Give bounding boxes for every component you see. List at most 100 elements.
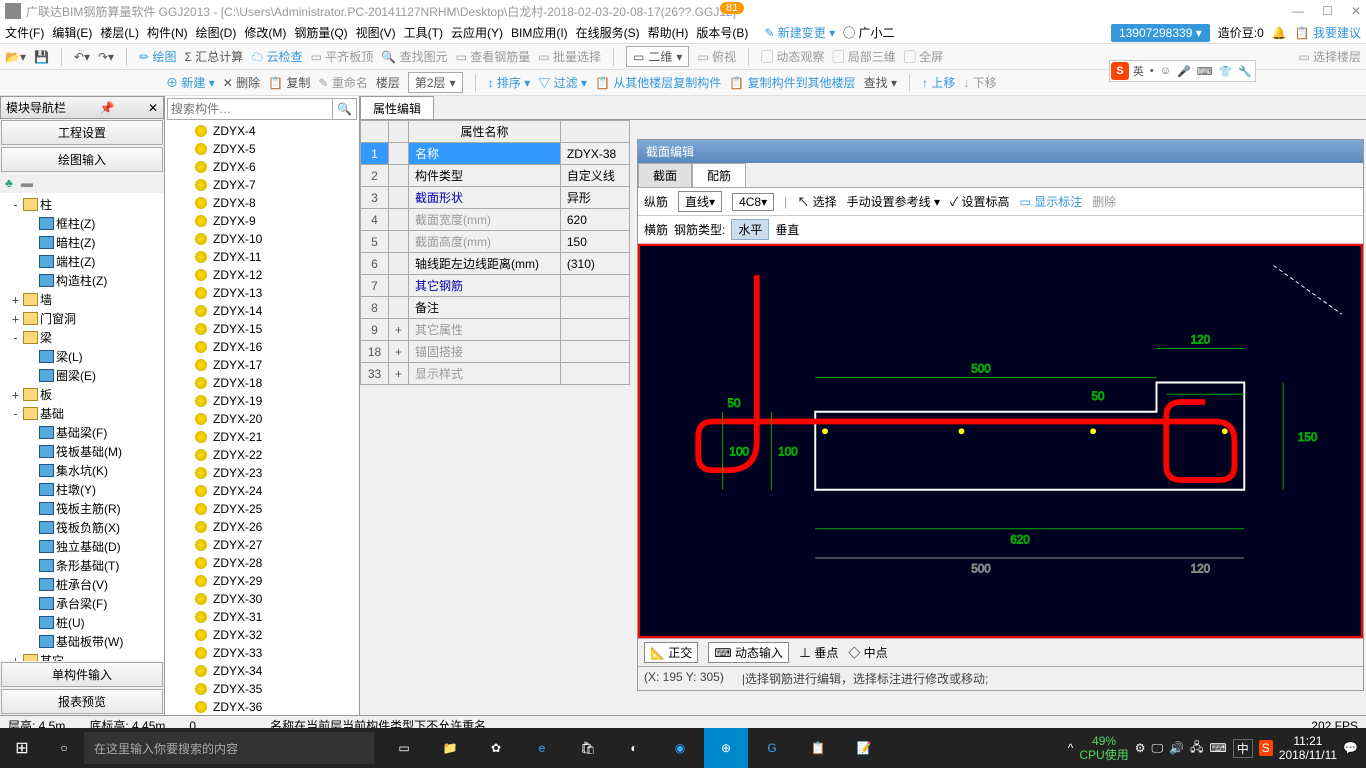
property-row[interactable]: 9+其它属性 bbox=[361, 319, 630, 341]
list-item[interactable]: ZDYX-36 bbox=[165, 698, 359, 715]
list-item[interactable]: ZDYX-15 bbox=[165, 320, 359, 338]
tray-icon-2[interactable]: 🖵 bbox=[1151, 741, 1163, 756]
sogou-icon[interactable]: S bbox=[1111, 62, 1129, 80]
rebar-size-select[interactable]: 4C8 ▾ bbox=[732, 193, 774, 211]
tab-single-input[interactable]: 单构件输入 bbox=[1, 662, 163, 687]
batch-select-button[interactable]: ▭ 批量选择 bbox=[538, 48, 601, 65]
tray-sogou-icon[interactable]: S bbox=[1259, 740, 1273, 756]
tb-redo-icon[interactable]: ↷▾ bbox=[98, 50, 114, 64]
menu-item[interactable]: 编辑(E) bbox=[52, 26, 92, 40]
menu-item[interactable]: 钢筋量(Q) bbox=[294, 26, 347, 40]
list-item[interactable]: ZDYX-17 bbox=[165, 356, 359, 374]
minimize-button[interactable]: — bbox=[1292, 4, 1304, 18]
property-row[interactable]: 5截面高度(mm)150 bbox=[361, 231, 630, 253]
list-item[interactable]: ZDYX-8 bbox=[165, 194, 359, 212]
menu-item[interactable]: 帮助(H) bbox=[648, 26, 689, 40]
new-change-link[interactable]: ✎ 新建变更 ▾ bbox=[764, 24, 835, 41]
list-item[interactable]: ZDYX-6 bbox=[165, 158, 359, 176]
tb-save-icon[interactable]: 💾 bbox=[34, 50, 49, 64]
maximize-button[interactable]: ☐ bbox=[1322, 4, 1333, 18]
line-tool[interactable]: 直线 ▾ bbox=[678, 191, 722, 212]
menu-item[interactable]: 视图(V) bbox=[356, 26, 396, 40]
cpu-usage[interactable]: 49%CPU使用 bbox=[1079, 734, 1128, 763]
find-graphic-button[interactable]: 🔍 查找图元 bbox=[381, 48, 447, 65]
tb-undo-icon[interactable]: ↶▾ bbox=[74, 50, 90, 64]
tree-node[interactable]: 暗柱(Z) bbox=[2, 233, 162, 252]
tree-node[interactable]: 梁(L) bbox=[2, 347, 162, 366]
menu-item[interactable]: BIM应用(I) bbox=[511, 26, 568, 40]
list-item[interactable]: ZDYX-21 bbox=[165, 428, 359, 446]
taskbar-search[interactable]: 在这里输入你要搜索的内容 bbox=[84, 732, 374, 764]
scale-tool[interactable]: ✓ 设置标高 bbox=[950, 193, 1010, 210]
edge-icon[interactable]: e bbox=[520, 728, 564, 768]
search-input[interactable] bbox=[168, 99, 332, 119]
tree-node[interactable]: +其它 bbox=[2, 651, 162, 661]
tree-node[interactable]: +门窗洞 bbox=[2, 309, 162, 328]
view-steel-button[interactable]: ▭ 查看钢筋量 bbox=[456, 48, 531, 65]
tab-section[interactable]: 截面 bbox=[638, 163, 692, 187]
midpoint-snap[interactable]: ◇ 中点 bbox=[848, 644, 887, 661]
local-3d-button[interactable]: ▢ 局部三维 bbox=[832, 48, 895, 65]
rename-button[interactable]: ✎ 重命名 bbox=[318, 74, 367, 91]
tree-node[interactable]: 框柱(Z) bbox=[2, 214, 162, 233]
show-label-tool[interactable]: ▭ 显示标注 bbox=[1020, 193, 1083, 210]
app-icon-2[interactable]: ✿ bbox=[474, 728, 518, 768]
menu-item[interactable]: 构件(N) bbox=[147, 26, 188, 40]
tree-node[interactable]: 桩承台(V) bbox=[2, 575, 162, 594]
tree-node[interactable]: 独立基础(D) bbox=[2, 537, 162, 556]
app-icon-6[interactable]: 📋 bbox=[796, 728, 840, 768]
tree-node[interactable]: 基础梁(F) bbox=[2, 423, 162, 442]
sigma-button[interactable]: Σ 汇总计算 bbox=[184, 48, 243, 65]
list-item[interactable]: ZDYX-7 bbox=[165, 176, 359, 194]
tree-icon-1[interactable]: ♣ bbox=[5, 176, 13, 190]
find-button[interactable]: 查找 ▾ bbox=[864, 74, 897, 91]
list-item[interactable]: ZDYX-14 bbox=[165, 302, 359, 320]
list-item[interactable]: ZDYX-22 bbox=[165, 446, 359, 464]
select-floor-button[interactable]: ▭ 选择楼层 bbox=[1298, 48, 1361, 65]
menu-item[interactable]: 云应用(Y) bbox=[451, 26, 503, 40]
list-item[interactable]: ZDYX-28 bbox=[165, 554, 359, 572]
app-icon-5[interactable]: G bbox=[750, 728, 794, 768]
store-icon[interactable]: 🛍 bbox=[566, 728, 610, 768]
floor-select[interactable]: 第2层 ▾ bbox=[408, 72, 463, 93]
close-button[interactable]: ✕ bbox=[1351, 4, 1361, 18]
draw-button[interactable]: ✏ 绘图 bbox=[139, 48, 176, 65]
tree-node[interactable]: 柱墩(Y) bbox=[2, 480, 162, 499]
menu-item[interactable]: 楼层(L) bbox=[100, 26, 139, 40]
tree-node[interactable]: 桩(U) bbox=[2, 613, 162, 632]
tray-lang[interactable]: 中 bbox=[1233, 739, 1253, 758]
tree-node[interactable]: 构造柱(Z) bbox=[2, 271, 162, 290]
360-icon[interactable]: ◉ bbox=[658, 728, 702, 768]
endpoint-snap[interactable]: ⊥ 垂点 bbox=[799, 644, 838, 661]
fullscreen-button[interactable]: ▢ 全屏 bbox=[904, 48, 943, 65]
menu-item[interactable]: 工具(T) bbox=[404, 26, 443, 40]
list-item[interactable]: ZDYX-9 bbox=[165, 212, 359, 230]
list-item[interactable]: ZDYX-5 bbox=[165, 140, 359, 158]
tray-up-icon[interactable]: ^ bbox=[1068, 741, 1074, 755]
bell-icon[interactable]: 🔔 bbox=[1272, 26, 1287, 40]
windows-taskbar[interactable]: ⊞ ○ 在这里输入你要搜索的内容 ▭ 📁 ✿ e 🛍 ◐ ◉ ⊕ G 📋 📝 ^… bbox=[0, 728, 1366, 768]
tree-node[interactable]: 端柱(Z) bbox=[2, 252, 162, 271]
sort-button[interactable]: ↕ 排序 ▾ bbox=[488, 74, 531, 91]
tab-rebar[interactable]: 配筋 bbox=[692, 163, 746, 187]
list-item[interactable]: ZDYX-23 bbox=[165, 464, 359, 482]
tab-draw-input[interactable]: 绘图输入 bbox=[1, 147, 163, 172]
list-item[interactable]: ZDYX-16 bbox=[165, 338, 359, 356]
list-item[interactable]: ZDYX-18 bbox=[165, 374, 359, 392]
phone-badge[interactable]: 13907298339 ▾ bbox=[1111, 24, 1210, 42]
list-item[interactable]: ZDYX-25 bbox=[165, 500, 359, 518]
search-button[interactable]: 🔍 bbox=[332, 99, 356, 119]
list-item[interactable]: ZDYX-24 bbox=[165, 482, 359, 500]
tree-node[interactable]: 筏板负筋(X) bbox=[2, 518, 162, 537]
tab-project-settings[interactable]: 工程设置 bbox=[1, 120, 163, 145]
list-item[interactable]: ZDYX-26 bbox=[165, 518, 359, 536]
fushi-button[interactable]: ▭ 俯视 bbox=[697, 48, 736, 65]
property-row[interactable]: 8备注 bbox=[361, 297, 630, 319]
move-up-button[interactable]: ↑ 上移 bbox=[922, 74, 955, 91]
tree-node[interactable]: -柱 bbox=[2, 195, 162, 214]
section-canvas[interactable]: 500 120 50 150 100 100 50 620 500 120 bbox=[638, 244, 1363, 638]
flat-button[interactable]: ▭ 平齐板顶 bbox=[311, 48, 374, 65]
ime-floating-bar[interactable]: S 英 •☺🎤⌨👕🔧 bbox=[1109, 60, 1256, 82]
property-row[interactable]: 4截面宽度(mm)620 bbox=[361, 209, 630, 231]
copy-button[interactable]: 📋 复制 bbox=[268, 74, 310, 91]
